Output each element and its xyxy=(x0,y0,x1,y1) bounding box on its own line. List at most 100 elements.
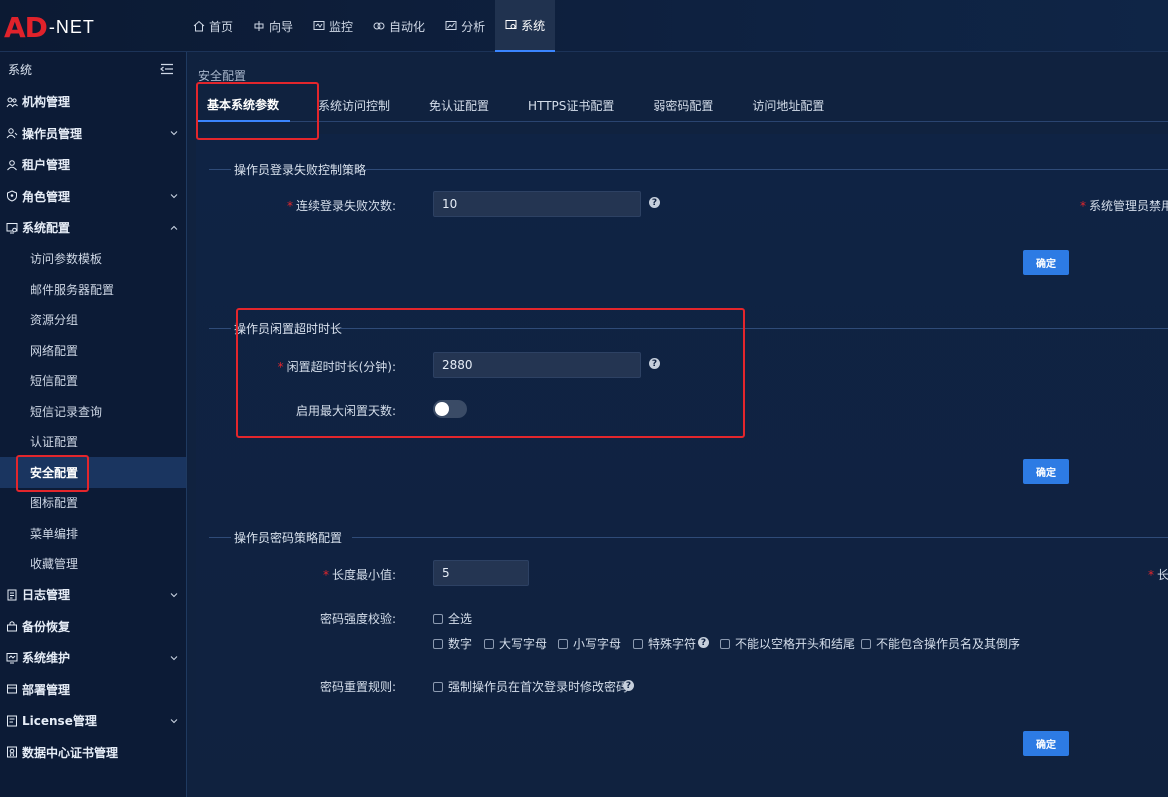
sidebar-item-license[interactable]: License管理 xyxy=(0,705,186,737)
help-icon[interactable]: ? xyxy=(623,680,634,691)
sidebar-item-label: 操作员管理 xyxy=(22,126,83,141)
sidebar-item-certificate[interactable]: 数据中心证书管理 xyxy=(0,737,186,769)
nav-system[interactable]: 系统 xyxy=(495,0,556,52)
sidebar-subitem-menu-layout[interactable]: 菜单编排 xyxy=(0,518,186,549)
digits-label: 数字 xyxy=(448,637,473,651)
chevron-down-icon xyxy=(170,192,178,200)
sidebar-item-role[interactable]: 角色管理 xyxy=(0,181,186,213)
checkbox-box xyxy=(558,638,568,649)
nav-analysis-label: 分析 xyxy=(461,19,486,34)
required-mark: * xyxy=(277,360,284,374)
chevron-down-icon xyxy=(170,129,178,137)
password-policy-legend: 操作员密码策略配置 xyxy=(234,530,343,545)
tab-access-control[interactable]: 系统访问控制 xyxy=(307,88,401,122)
top-nav: 首页 向导 监控 自动化 分析 系统 xyxy=(183,0,556,52)
nav-guide[interactable]: 向导 xyxy=(243,0,303,52)
sidebar-subitem-access-template[interactable]: 访问参数模板 xyxy=(0,244,186,275)
sidebar-item-backup[interactable]: 备份恢复 xyxy=(0,611,186,643)
tab-https-cert[interactable]: HTTPS证书配置 xyxy=(517,88,625,122)
sidebar-subitem-icon-config[interactable]: 图标配置 xyxy=(0,488,186,519)
nav-home[interactable]: 首页 xyxy=(183,0,243,52)
legend-divider xyxy=(209,328,231,329)
logo-mark: AD xyxy=(4,10,48,44)
nav-automation-label: 自动化 xyxy=(389,19,426,34)
uppercase-checkbox[interactable]: 大写字母 xyxy=(484,635,547,652)
sidebar-subitem-resource-group[interactable]: 资源分组 xyxy=(0,305,186,336)
sidebar-subitem-sms[interactable]: 短信配置 xyxy=(0,366,186,397)
required-mark: * xyxy=(322,568,329,582)
min-length-label: * 长度最小值: xyxy=(256,566,396,583)
required-mark: * xyxy=(1148,568,1154,582)
tab-bar: 基本系统参数 系统访问控制 免认证配置 HTTPS证书配置 弱密码配置 访问地址… xyxy=(196,88,1168,122)
sidebar-item-tenant[interactable]: 租户管理 xyxy=(0,149,186,181)
no-username-checkbox[interactable]: 不能包含操作员名及其倒序 xyxy=(861,635,1020,652)
special-chars-checkbox[interactable]: 特殊字符 xyxy=(633,635,696,652)
select-all-checkbox[interactable]: 全选 xyxy=(433,610,472,627)
idle-timeout-input[interactable] xyxy=(433,352,641,378)
lowercase-label: 小写字母 xyxy=(573,637,622,651)
sidebar-subitem-sms-records[interactable]: 短信记录查询 xyxy=(0,396,186,427)
nav-analysis[interactable]: 分析 xyxy=(435,0,495,52)
collapse-menu-icon[interactable] xyxy=(160,63,174,75)
fail-count-label: * 连续登录失败次数: xyxy=(256,197,396,214)
help-icon[interactable]: ? xyxy=(698,637,709,648)
sidebar-subitem-network[interactable]: 网络配置 xyxy=(0,335,186,366)
sidebar-item-maintenance[interactable]: 系统维护 xyxy=(0,642,186,674)
sidebar-subitem-security[interactable]: 安全配置 xyxy=(0,457,186,488)
strength-check-label: 密码强度校验: xyxy=(319,612,396,626)
no-username-label: 不能包含操作员名及其倒序 xyxy=(876,637,1021,651)
uppercase-label: 大写字母 xyxy=(499,637,548,651)
help-icon[interactable]: ? xyxy=(649,358,660,369)
legend-divider xyxy=(340,328,1168,329)
top-bar: AD -NET 首页 向导 监控 自动化 分析 系统 xyxy=(0,0,1168,52)
chevron-down-icon xyxy=(170,591,178,599)
help-icon[interactable]: ? xyxy=(649,197,660,208)
tab-access-address[interactable]: 访问地址配置 xyxy=(741,88,835,122)
sidebar-item-operator[interactable]: 操作员管理 xyxy=(0,118,186,150)
sidebar-item-deploy[interactable]: 部署管理 xyxy=(0,674,186,706)
max-idle-days-toggle[interactable] xyxy=(433,400,467,418)
checkbox-box xyxy=(633,638,643,649)
sidebar-title: 系统 xyxy=(8,62,33,77)
sidebar-item-organization[interactable]: 机构管理 xyxy=(0,86,186,118)
no-leading-space-label: 不能以空格开头和结尾 xyxy=(735,637,856,651)
monitor-icon xyxy=(313,20,325,32)
operator-icon xyxy=(6,127,18,139)
sidebar: 系统 机构管理 操作员管理 租户管理 角色管理 系统配置 访问参数模板 邮件服务… xyxy=(0,52,187,797)
tab-no-auth[interactable]: 免认证配置 xyxy=(418,88,500,122)
legend-divider xyxy=(364,169,1168,170)
admin-disable-label: * 系统管理员禁用 xyxy=(1080,197,1168,214)
sidebar-subitem-auth[interactable]: 认证配置 xyxy=(0,427,186,458)
admin-disable-label-text: 系统管理员禁用 xyxy=(1089,199,1168,213)
confirm-login-policy-button[interactable]: 确定 xyxy=(1023,250,1069,275)
sidebar-item-system-config[interactable]: 系统配置 xyxy=(0,212,186,244)
lowercase-checkbox[interactable]: 小写字母 xyxy=(558,635,621,652)
system-icon xyxy=(505,19,517,31)
sidebar-item-label: License管理 xyxy=(22,714,97,729)
checkbox-box xyxy=(720,638,730,649)
confirm-idle-timeout-button[interactable]: 确定 xyxy=(1023,459,1069,484)
sidebar-item-log[interactable]: 日志管理 xyxy=(0,579,186,611)
no-leading-space-checkbox[interactable]: 不能以空格开头和结尾 xyxy=(720,635,855,652)
sidebar-subitem-mail-server[interactable]: 邮件服务器配置 xyxy=(0,274,186,305)
sidebar-item-label: 系统配置 xyxy=(22,221,71,236)
sidebar-item-label: 角色管理 xyxy=(22,189,71,204)
digits-checkbox[interactable]: 数字 xyxy=(433,635,472,652)
logo[interactable]: AD -NET xyxy=(4,10,95,44)
sidebar-header: 系统 xyxy=(0,52,186,86)
confirm-password-policy-button[interactable]: 确定 xyxy=(1023,731,1069,756)
min-length-input[interactable] xyxy=(433,560,529,586)
sidebar-subitem-favorites[interactable]: 收藏管理 xyxy=(0,549,186,580)
nav-automation[interactable]: 自动化 xyxy=(363,0,435,52)
required-mark: * xyxy=(286,199,293,213)
reset-rule-label: 密码重置规则: xyxy=(319,680,396,694)
settings-panel: 操作员登录失败控制策略 *连续登录失败次数: ? *系统管理员禁用 确定 操作员… xyxy=(196,134,1168,797)
nav-monitor[interactable]: 监控 xyxy=(303,0,363,52)
tab-weak-password[interactable]: 弱密码配置 xyxy=(642,88,724,122)
analysis-icon xyxy=(445,20,457,32)
organization-icon xyxy=(6,96,18,108)
min-length-label-text: 长度最小值: xyxy=(331,568,396,582)
fail-count-input[interactable] xyxy=(433,191,641,217)
tab-basic-params[interactable]: 基本系统参数 xyxy=(196,88,291,122)
force-change-checkbox[interactable]: 强制操作员在首次登录时修改密码 xyxy=(433,678,628,695)
